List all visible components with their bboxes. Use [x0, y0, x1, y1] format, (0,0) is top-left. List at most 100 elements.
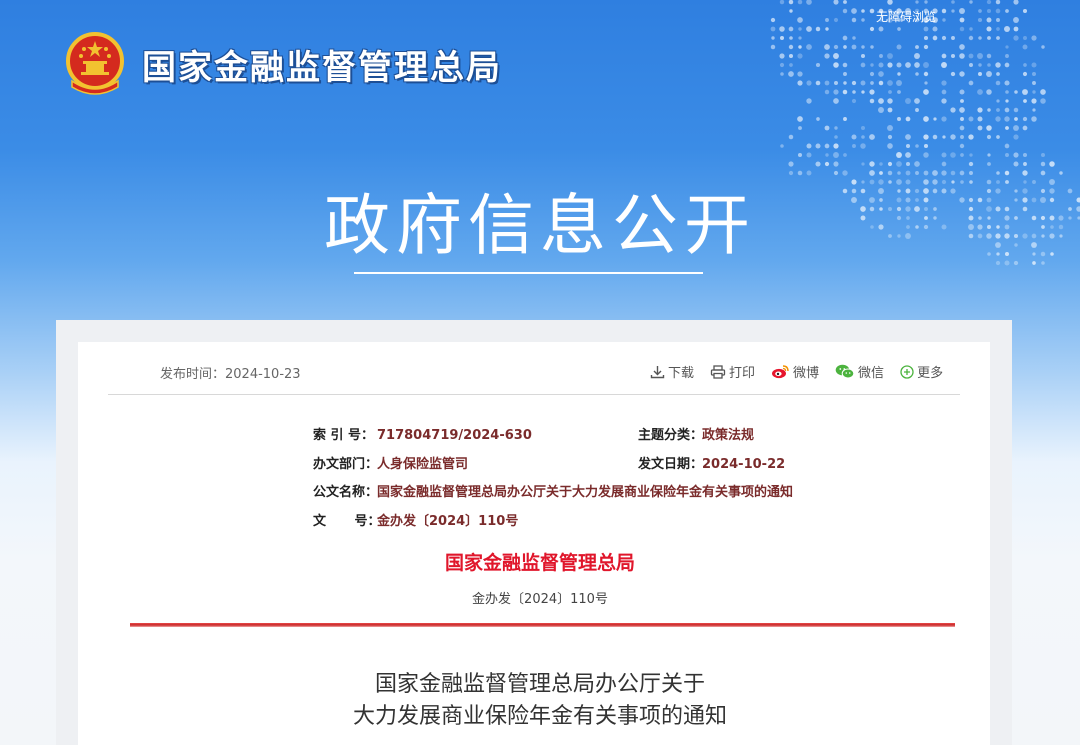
- decorative-dot: [780, 72, 784, 76]
- decorative-dot: [923, 89, 929, 95]
- decorative-dot: [788, 161, 794, 167]
- decorative-dot: [905, 152, 911, 158]
- decorative-dot: [960, 117, 964, 121]
- decorative-dot: [833, 89, 839, 95]
- decorative-dot: [915, 108, 919, 112]
- decorative-dot: [869, 161, 875, 167]
- decorative-dot: [824, 89, 830, 95]
- decorative-dot: [923, 26, 929, 32]
- decorative-dot: [896, 62, 902, 68]
- decorative-dot: [968, 161, 974, 167]
- decorative-dot: [797, 53, 803, 59]
- decorative-dot: [833, 44, 839, 50]
- decorative-dot: [833, 62, 839, 68]
- decorative-dot: [870, 45, 874, 49]
- accessibility-link[interactable]: 无障碍浏览: [876, 8, 936, 25]
- decorative-dot: [842, 62, 848, 68]
- decorative-dot: [959, 71, 965, 77]
- decorative-dot: [887, 98, 893, 104]
- decorative-dot: [851, 134, 857, 140]
- decorative-dot: [960, 153, 964, 157]
- decorative-dot: [1031, 35, 1037, 41]
- decorative-dot: [851, 98, 857, 104]
- decorative-dot: [770, 26, 776, 32]
- issuer-name: 国家金融监督管理总局: [444, 552, 635, 574]
- decorative-dot: [959, 26, 965, 32]
- download-button[interactable]: 下载: [650, 362, 694, 381]
- decorative-dot: [986, 89, 992, 95]
- decorative-dot: [905, 116, 911, 122]
- decorative-dot: [987, 108, 991, 112]
- decorative-dot: [806, 98, 812, 104]
- decorative-dot: [923, 35, 929, 41]
- download-label: 下载: [668, 366, 695, 381]
- decorative-dot: [996, 18, 1000, 22]
- decorative-dot: [950, 152, 956, 158]
- decorative-dot: [770, 44, 776, 50]
- decorative-dot: [833, 53, 839, 59]
- decorative-dot: [959, 125, 965, 131]
- decorative-dot: [1013, 35, 1019, 41]
- header-divider: [108, 394, 960, 395]
- decorative-dot: [843, 153, 847, 157]
- decorative-dot: [806, 80, 812, 86]
- decorative-dot: [941, 152, 947, 158]
- decorative-dot: [878, 71, 884, 77]
- decorative-dot: [825, 27, 829, 31]
- share-wechat-button[interactable]: 微信: [835, 362, 884, 381]
- doc-number: 金办发〔2024〕110号: [472, 592, 608, 607]
- decorative-dot: [824, 125, 830, 131]
- download-icon: [650, 365, 665, 378]
- decorative-dot: [914, 53, 920, 59]
- decorative-dot: [986, 17, 992, 23]
- decorative-dot: [1005, 99, 1009, 103]
- decorative-dot: [986, 134, 992, 140]
- share-weibo-button[interactable]: 微博: [771, 362, 819, 381]
- decorative-dot: [834, 126, 838, 130]
- decorative-dot: [806, 152, 812, 158]
- decorative-dot: [806, 143, 812, 149]
- decorative-dot: [995, 80, 1001, 86]
- decorative-dot: [905, 161, 911, 167]
- decorative-dot: [942, 135, 946, 139]
- decorative-dot: [986, 8, 992, 14]
- decorative-dot: [968, 53, 974, 59]
- decorative-dot: [1022, 152, 1028, 158]
- decorative-dot: [942, 18, 946, 22]
- decorative-dot: [896, 44, 902, 50]
- decorative-dot: [915, 0, 919, 4]
- decorative-dot: [1049, 161, 1055, 167]
- more-share-button[interactable]: 更多: [900, 362, 943, 381]
- decorative-dot: [797, 0, 803, 5]
- decorative-dot: [1014, 117, 1018, 121]
- decorative-dot: [996, 36, 1000, 40]
- decorative-dot: [923, 143, 929, 149]
- publish-time-value: 2024-10-23: [225, 367, 301, 382]
- decorative-dot: [986, 125, 992, 131]
- decorative-dot: [887, 62, 893, 68]
- decorative-dot: [996, 99, 1000, 103]
- decorative-dot: [932, 35, 938, 41]
- meta-issue-date-value: 2024-10-22: [702, 457, 786, 472]
- decorative-dot: [815, 26, 821, 32]
- decorative-dot: [960, 135, 964, 139]
- decorative-dot: [941, 98, 947, 104]
- decorative-dot: [1023, 63, 1027, 67]
- decorative-dot: [914, 62, 920, 68]
- decorative-dot: [806, 44, 812, 50]
- decorative-dot: [824, 80, 830, 86]
- decorative-dot: [1004, 143, 1010, 149]
- decorative-dot: [924, 0, 928, 4]
- decorative-dot: [869, 134, 875, 140]
- publish-time-label: 发布时间：: [160, 367, 226, 382]
- decorative-dot: [851, 80, 857, 86]
- decorative-dot: [896, 161, 902, 167]
- decorative-dot: [1004, 107, 1010, 113]
- meta-doc-name: 公文名称：国家金融监督管理总局办公厅关于大力发展商业保险年金有关事项的通知: [313, 481, 793, 500]
- decorative-dot: [987, 36, 991, 40]
- print-button[interactable]: 打印: [710, 362, 755, 381]
- decorative-dot: [1022, 8, 1028, 14]
- site-name[interactable]: 国家金融监督管理总局: [142, 40, 502, 89]
- decorative-dot: [923, 152, 929, 158]
- decorative-dot: [887, 125, 893, 131]
